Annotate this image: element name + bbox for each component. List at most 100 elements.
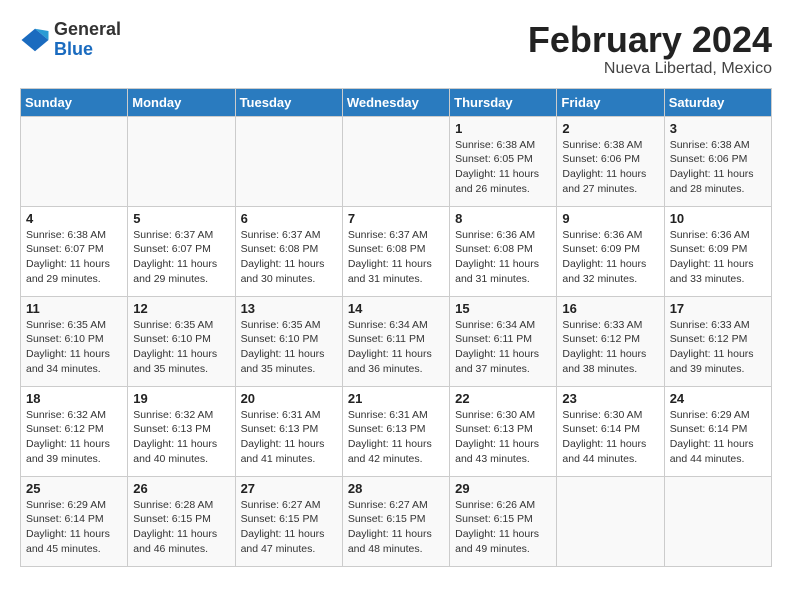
calendar-week-row: 11 Sunrise: 6:35 AM Sunset: 6:10 PM Dayli…: [21, 296, 772, 386]
title-block: February 2024 Nueva Libertad, Mexico: [528, 20, 772, 78]
calendar-cell: 17 Sunrise: 6:33 AM Sunset: 6:12 PM Dayli…: [664, 296, 771, 386]
calendar-table: SundayMondayTuesdayWednesdayThursdayFrid…: [20, 88, 772, 567]
day-info: Sunrise: 6:33 AM Sunset: 6:12 PM Dayligh…: [670, 318, 766, 377]
calendar-cell: 12 Sunrise: 6:35 AM Sunset: 6:10 PM Dayli…: [128, 296, 235, 386]
calendar-cell: 1 Sunrise: 6:38 AM Sunset: 6:05 PM Daylig…: [450, 116, 557, 206]
day-number: 24: [670, 391, 766, 406]
calendar-cell: 3 Sunrise: 6:38 AM Sunset: 6:06 PM Daylig…: [664, 116, 771, 206]
day-number: 12: [133, 301, 229, 316]
header-wednesday: Wednesday: [342, 88, 449, 116]
day-number: 29: [455, 481, 551, 496]
calendar-week-row: 25 Sunrise: 6:29 AM Sunset: 6:14 PM Dayli…: [21, 476, 772, 566]
calendar-cell: 10 Sunrise: 6:36 AM Sunset: 6:09 PM Dayli…: [664, 206, 771, 296]
day-number: 23: [562, 391, 658, 406]
day-number: 19: [133, 391, 229, 406]
day-number: 9: [562, 211, 658, 226]
day-info: Sunrise: 6:31 AM Sunset: 6:13 PM Dayligh…: [241, 408, 337, 467]
day-number: 15: [455, 301, 551, 316]
day-number: 7: [348, 211, 444, 226]
calendar-cell: 28Sunrise: 6:27 AM Sunset: 6:15 PM Dayli…: [342, 476, 449, 566]
day-info: Sunrise: 6:38 AM Sunset: 6:06 PM Dayligh…: [670, 138, 766, 197]
calendar-cell: 19 Sunrise: 6:32 AM Sunset: 6:13 PM Dayli…: [128, 386, 235, 476]
calendar-cell: 24 Sunrise: 6:29 AM Sunset: 6:14 PM Dayli…: [664, 386, 771, 476]
day-info: Sunrise: 6:32 AM Sunset: 6:12 PM Dayligh…: [26, 408, 122, 467]
calendar-cell: 4Sunrise: 6:38 AM Sunset: 6:07 PM Daylig…: [21, 206, 128, 296]
calendar-cell: [128, 116, 235, 206]
day-info: Sunrise: 6:27 AM Sunset: 6:15 PM Dayligh…: [348, 498, 444, 557]
calendar-week-row: 18 Sunrise: 6:32 AM Sunset: 6:12 PM Dayli…: [21, 386, 772, 476]
day-number: 6: [241, 211, 337, 226]
day-info: Sunrise: 6:27 AM Sunset: 6:15 PM Dayligh…: [241, 498, 337, 557]
day-number: 14: [348, 301, 444, 316]
calendar-cell: 14 Sunrise: 6:34 AM Sunset: 6:11 PM Dayli…: [342, 296, 449, 386]
day-info: Sunrise: 6:38 AM Sunset: 6:05 PM Dayligh…: [455, 138, 551, 197]
calendar-cell: 22 Sunrise: 6:30 AM Sunset: 6:13 PM Dayli…: [450, 386, 557, 476]
calendar-cell: 6 Sunrise: 6:37 AM Sunset: 6:08 PM Daylig…: [235, 206, 342, 296]
calendar-cell: 2 Sunrise: 6:38 AM Sunset: 6:06 PM Daylig…: [557, 116, 664, 206]
day-number: 11: [26, 301, 122, 316]
day-number: 5: [133, 211, 229, 226]
calendar-header-row: SundayMondayTuesdayWednesdayThursdayFrid…: [21, 88, 772, 116]
calendar-cell: 27Sunrise: 6:27 AM Sunset: 6:15 PM Dayli…: [235, 476, 342, 566]
day-info: Sunrise: 6:29 AM Sunset: 6:14 PM Dayligh…: [26, 498, 122, 557]
calendar-cell: 23 Sunrise: 6:30 AM Sunset: 6:14 PM Dayli…: [557, 386, 664, 476]
day-number: 21: [348, 391, 444, 406]
day-number: 10: [670, 211, 766, 226]
calendar-cell: 29 Sunrise: 6:26 AM Sunset: 6:15 PM Dayli…: [450, 476, 557, 566]
calendar-cell: 26 Sunrise: 6:28 AM Sunset: 6:15 PM Dayli…: [128, 476, 235, 566]
day-number: 2: [562, 121, 658, 136]
day-number: 20: [241, 391, 337, 406]
page-header: General Blue February 2024 Nueva Liberta…: [20, 20, 772, 78]
day-info: Sunrise: 6:36 AM Sunset: 6:09 PM Dayligh…: [562, 228, 658, 287]
day-info: Sunrise: 6:28 AM Sunset: 6:15 PM Dayligh…: [133, 498, 229, 557]
day-number: 22: [455, 391, 551, 406]
day-info: Sunrise: 6:26 AM Sunset: 6:15 PM Dayligh…: [455, 498, 551, 557]
calendar-cell: 16Sunrise: 6:33 AM Sunset: 6:12 PM Dayli…: [557, 296, 664, 386]
day-info: Sunrise: 6:35 AM Sunset: 6:10 PM Dayligh…: [133, 318, 229, 377]
calendar-cell: 15 Sunrise: 6:34 AM Sunset: 6:11 PM Dayli…: [450, 296, 557, 386]
day-number: 17: [670, 301, 766, 316]
day-info: Sunrise: 6:37 AM Sunset: 6:07 PM Dayligh…: [133, 228, 229, 287]
day-info: Sunrise: 6:36 AM Sunset: 6:09 PM Dayligh…: [670, 228, 766, 287]
logo-icon: [20, 25, 50, 55]
calendar-cell: 25 Sunrise: 6:29 AM Sunset: 6:14 PM Dayli…: [21, 476, 128, 566]
day-info: Sunrise: 6:34 AM Sunset: 6:11 PM Dayligh…: [348, 318, 444, 377]
day-info: Sunrise: 6:35 AM Sunset: 6:10 PM Dayligh…: [241, 318, 337, 377]
day-info: Sunrise: 6:29 AM Sunset: 6:14 PM Dayligh…: [670, 408, 766, 467]
calendar-cell: [557, 476, 664, 566]
header-tuesday: Tuesday: [235, 88, 342, 116]
day-info: Sunrise: 6:32 AM Sunset: 6:13 PM Dayligh…: [133, 408, 229, 467]
day-info: Sunrise: 6:30 AM Sunset: 6:13 PM Dayligh…: [455, 408, 551, 467]
calendar-cell: 21 Sunrise: 6:31 AM Sunset: 6:13 PM Dayli…: [342, 386, 449, 476]
header-sunday: Sunday: [21, 88, 128, 116]
day-info: Sunrise: 6:37 AM Sunset: 6:08 PM Dayligh…: [241, 228, 337, 287]
header-saturday: Saturday: [664, 88, 771, 116]
calendar-cell: [342, 116, 449, 206]
calendar-cell: 13Sunrise: 6:35 AM Sunset: 6:10 PM Dayli…: [235, 296, 342, 386]
calendar-cell: 11Sunrise: 6:35 AM Sunset: 6:10 PM Dayli…: [21, 296, 128, 386]
day-info: Sunrise: 6:31 AM Sunset: 6:13 PM Dayligh…: [348, 408, 444, 467]
logo-general-text: General: [54, 20, 121, 40]
calendar-cell: 20 Sunrise: 6:31 AM Sunset: 6:13 PM Dayli…: [235, 386, 342, 476]
day-number: 3: [670, 121, 766, 136]
header-thursday: Thursday: [450, 88, 557, 116]
calendar-week-row: 4Sunrise: 6:38 AM Sunset: 6:07 PM Daylig…: [21, 206, 772, 296]
calendar-cell: 7Sunrise: 6:37 AM Sunset: 6:08 PM Daylig…: [342, 206, 449, 296]
calendar-cell: 8Sunrise: 6:36 AM Sunset: 6:08 PM Daylig…: [450, 206, 557, 296]
day-info: Sunrise: 6:38 AM Sunset: 6:06 PM Dayligh…: [562, 138, 658, 197]
day-number: 18: [26, 391, 122, 406]
location-subtitle: Nueva Libertad, Mexico: [528, 60, 772, 78]
calendar-cell: 9 Sunrise: 6:36 AM Sunset: 6:09 PM Daylig…: [557, 206, 664, 296]
day-number: 1: [455, 121, 551, 136]
day-number: 26: [133, 481, 229, 496]
day-info: Sunrise: 6:36 AM Sunset: 6:08 PM Dayligh…: [455, 228, 551, 287]
calendar-cell: [664, 476, 771, 566]
day-info: Sunrise: 6:38 AM Sunset: 6:07 PM Dayligh…: [26, 228, 122, 287]
month-year-title: February 2024: [528, 20, 772, 60]
calendar-cell: 5 Sunrise: 6:37 AM Sunset: 6:07 PM Daylig…: [128, 206, 235, 296]
calendar-week-row: 1 Sunrise: 6:38 AM Sunset: 6:05 PM Daylig…: [21, 116, 772, 206]
day-number: 25: [26, 481, 122, 496]
day-info: Sunrise: 6:34 AM Sunset: 6:11 PM Dayligh…: [455, 318, 551, 377]
day-info: Sunrise: 6:30 AM Sunset: 6:14 PM Dayligh…: [562, 408, 658, 467]
day-info: Sunrise: 6:33 AM Sunset: 6:12 PM Dayligh…: [562, 318, 658, 377]
